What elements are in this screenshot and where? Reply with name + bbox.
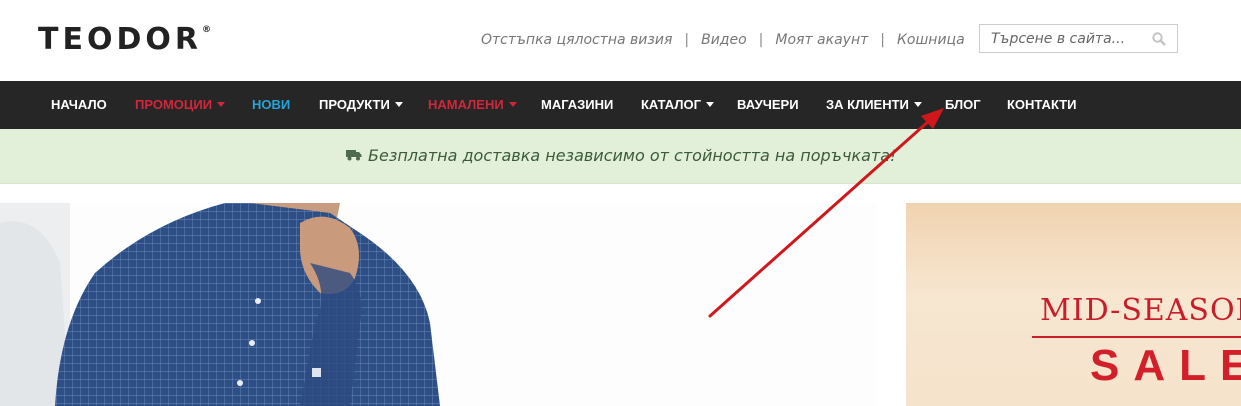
- nav-label: МАГАЗИНИ: [541, 97, 614, 112]
- nav-item-products[interactable]: ПРОДУКТИ: [319, 81, 403, 129]
- nav-item-blog[interactable]: БЛОГ: [945, 81, 981, 129]
- nav-item-promotions[interactable]: ПРОМОЦИИ: [135, 81, 226, 129]
- nav-item-reduced[interactable]: НАМАЛЕНИ: [428, 81, 517, 129]
- nav-item-catalog[interactable]: КАТАЛОГ: [641, 81, 714, 129]
- nav-label: ПРОДУКТИ: [319, 97, 390, 112]
- nav-label: НАЧАЛО: [51, 97, 107, 112]
- free-delivery-banner: Безплатна доставка независимо от стойнос…: [0, 129, 1241, 184]
- promo-sale-text: SALE: [1090, 341, 1241, 390]
- truck-icon: [346, 150, 362, 161]
- search-input[interactable]: [980, 25, 1151, 52]
- separator: |: [758, 32, 764, 48]
- nav-label: ЗА КЛИЕНТИ: [826, 97, 909, 112]
- model-shirt-illustration: [0, 203, 876, 406]
- delivery-text: Безплатна доставка независимо от стойнос…: [368, 146, 897, 165]
- chevron-down-icon: [705, 102, 714, 108]
- main-nav: НАЧАЛО ПРОМОЦИИ НОВИ ПРОДУКТИ НАМАЛЕНИ М…: [0, 81, 1241, 129]
- nav-label: КОНТАКТИ: [1007, 97, 1077, 112]
- chevron-down-icon: [508, 102, 517, 108]
- registered-mark: ®: [201, 25, 211, 35]
- nav-label: НАМАЛЕНИ: [428, 97, 504, 112]
- nav-item-stores[interactable]: МАГАЗИНИ: [541, 81, 613, 129]
- separator: |: [880, 32, 885, 48]
- link-cart[interactable]: Кошница: [897, 32, 965, 48]
- nav-item-new[interactable]: НОВИ: [252, 81, 290, 129]
- search-icon[interactable]: [1152, 32, 1166, 46]
- nav-label: ПРОМОЦИИ: [135, 97, 213, 112]
- nav-item-for-clients[interactable]: ЗА КЛИЕНТИ: [826, 81, 922, 129]
- link-discount-look[interactable]: Отстъпка цялостна визия: [481, 32, 672, 48]
- promo-title: MID-SEASON: [1040, 293, 1241, 328]
- chevron-down-icon: [217, 102, 226, 108]
- promo-divider: [1032, 336, 1241, 338]
- nav-label: БЛОГ: [945, 97, 981, 112]
- nav-label: ВАУЧЕРИ: [737, 97, 799, 112]
- link-my-account[interactable]: Моят акаунт: [775, 32, 868, 48]
- site-header: TEODOR® Отстъпка цялостна визия | Видео | Мо…: [0, 0, 1241, 81]
- teodor-logo[interactable]: TEODOR®: [38, 22, 211, 57]
- chevron-down-icon: [394, 102, 403, 108]
- promo-banner[interactable]: MID-SEASON SALE: [906, 203, 1241, 406]
- nav-label: НОВИ: [252, 97, 291, 112]
- top-links: Отстъпка цялостна визия | Видео | Моят акаун…: [481, 32, 965, 48]
- nav-label: КАТАЛОГ: [641, 97, 701, 112]
- search-box: [979, 24, 1178, 53]
- logo-text: TEODOR: [38, 22, 202, 57]
- nav-item-vouchers[interactable]: ВАУЧЕРИ: [737, 81, 799, 129]
- nav-item-home[interactable]: НАЧАЛО: [51, 81, 107, 129]
- hero-image-shirt[interactable]: [0, 203, 876, 406]
- separator: |: [684, 32, 690, 48]
- link-video[interactable]: Видео: [701, 32, 747, 48]
- chevron-down-icon: [913, 102, 922, 108]
- nav-item-contacts[interactable]: КОНТАКТИ: [1007, 81, 1077, 129]
